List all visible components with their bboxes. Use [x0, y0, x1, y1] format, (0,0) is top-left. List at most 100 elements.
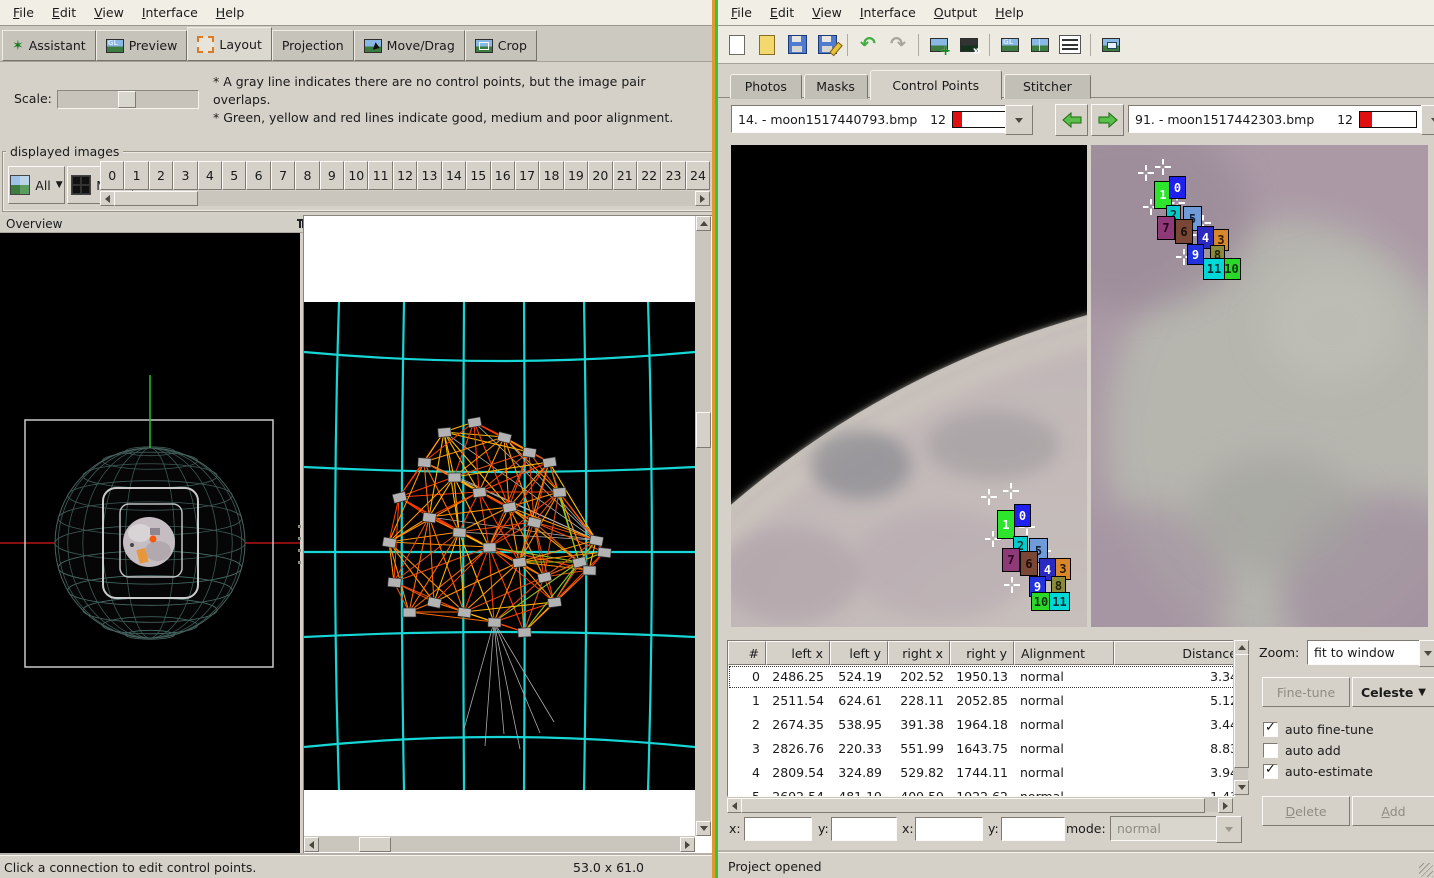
image-toggle-12[interactable]: 12 [393, 161, 417, 190]
menu-help[interactable]: Help [986, 1, 1033, 24]
new-project-icon[interactable] [725, 33, 749, 57]
table-hscrollbar[interactable] [727, 797, 1233, 812]
table-hscrollbar-thumb[interactable] [741, 798, 1205, 813]
image-toggle-16[interactable]: 16 [491, 161, 515, 190]
menu-edit[interactable]: Edit [761, 1, 803, 24]
checkbox-box[interactable] [1263, 722, 1278, 737]
image-toggle-13[interactable]: 13 [417, 161, 441, 190]
mode-combo-arrow[interactable] [1216, 816, 1242, 843]
menu-view[interactable]: View [85, 1, 133, 24]
column-header-[interactable]: # [728, 641, 766, 665]
image-toggle-6[interactable]: 6 [246, 161, 270, 190]
menu-output[interactable]: Output [925, 1, 986, 24]
image-toggle-15[interactable]: 15 [466, 161, 490, 190]
menu-edit[interactable]: Edit [43, 1, 85, 24]
image-toggle-19[interactable]: 19 [564, 161, 588, 190]
image-toggle-22[interactable]: 22 [637, 161, 661, 190]
image-toggle-4[interactable]: 4 [198, 161, 222, 190]
menu-file[interactable]: File [722, 1, 761, 24]
control-point-11[interactable]: 11 [1049, 592, 1070, 611]
layout-hscrollbar-thumb[interactable] [359, 837, 391, 852]
image-toggle-0[interactable]: 0 [100, 161, 124, 190]
right-image-combo[interactable]: 91. - moon1517442303.bmp 12 [1128, 105, 1424, 133]
save-project-icon[interactable] [785, 33, 809, 57]
add-cp-button[interactable]: Add [1352, 796, 1434, 826]
tab-assistant[interactable]: ✶Assistant [2, 30, 96, 61]
image-toggle-2[interactable]: 2 [149, 161, 173, 190]
left-image-panel[interactable]: 01257643981011 [731, 145, 1087, 627]
celeste-button[interactable]: Celeste▼ [1352, 677, 1434, 707]
image-toggle-5[interactable]: 5 [222, 161, 246, 190]
control-points-table[interactable]: #left xleft yright xright yAlignmentDist… [727, 640, 1235, 797]
scale-slider-thumb[interactable] [118, 91, 136, 108]
fine-tune-button[interactable]: Fine-tune [1262, 677, 1350, 707]
mode-combo[interactable]: normal [1110, 816, 1228, 841]
image-toggle-18[interactable]: 18 [539, 161, 563, 190]
image-toggle-23[interactable]: 23 [661, 161, 685, 190]
control-point-0[interactable]: 0 [1014, 504, 1031, 527]
control-points-list-icon[interactable] [1058, 33, 1082, 57]
zoom-combo-arrow[interactable] [1419, 640, 1434, 667]
cp-row-4[interactable]: 42809.54324.89529.821744.11normal3.94 [728, 761, 1235, 785]
column-header-Distance[interactable]: Distance [1114, 641, 1235, 665]
tab-photos[interactable]: Photos [730, 74, 802, 99]
layout-canvas[interactable] [304, 216, 695, 836]
control-point-7[interactable]: 7 [1157, 216, 1175, 240]
control-point-6[interactable]: 6 [1020, 551, 1038, 576]
panorama-editor-icon[interactable] [1099, 33, 1123, 57]
checkbox-auto-fine-tune[interactable]: auto fine-tune [1263, 721, 1433, 738]
image-toggle-21[interactable]: 21 [613, 161, 637, 190]
image-toggle-7[interactable]: 7 [271, 161, 295, 190]
checkbox-box[interactable] [1263, 764, 1278, 779]
panel-splitter[interactable] [298, 516, 301, 573]
control-point-6[interactable]: 6 [1175, 219, 1193, 244]
zoom-combo[interactable]: fit to window [1307, 640, 1431, 665]
checkbox-auto-add[interactable]: auto add [1263, 742, 1433, 759]
right-image-panel[interactable]: 10257643981011 [1091, 145, 1428, 627]
image-toggle-24[interactable]: 24 [686, 161, 710, 190]
preview-icon[interactable] [1028, 33, 1052, 57]
menu-interface[interactable]: Interface [133, 1, 207, 24]
image-toggle-9[interactable]: 9 [320, 161, 344, 190]
tab-control-points[interactable]: Control Points [870, 70, 1002, 100]
image-strip-scrollbar-thumb[interactable] [114, 191, 198, 206]
control-point-7[interactable]: 7 [1002, 548, 1020, 572]
coord-y1-field[interactable] [831, 817, 897, 841]
redo-icon[interactable]: ↷ [886, 33, 910, 57]
control-point-0[interactable]: 0 [1169, 176, 1186, 199]
image-toggle-8[interactable]: 8 [295, 161, 319, 190]
layout-vscrollbar[interactable] [695, 216, 711, 836]
tab-preview[interactable]: GLPreview [96, 30, 188, 61]
tab-stitcher[interactable]: Stitcher [1004, 74, 1091, 99]
save-as-icon[interactable] [815, 33, 839, 57]
tab-projection[interactable]: Projection [272, 30, 354, 61]
undo-icon[interactable]: ↶ [856, 33, 880, 57]
scale-slider[interactable] [57, 90, 199, 109]
column-header-Alignment[interactable]: Alignment [1014, 641, 1114, 665]
image-toggle-10[interactable]: 10 [344, 161, 368, 190]
control-point-11[interactable]: 11 [1203, 258, 1225, 280]
cp-row-5[interactable]: 52692.54481.19409.591922.62normal1.43 [728, 785, 1235, 797]
open-project-icon[interactable] [755, 33, 779, 57]
add-images-icon[interactable]: + [927, 33, 951, 57]
coord-x1-field[interactable] [744, 817, 812, 841]
control-point-9[interactable]: 9 [1187, 244, 1204, 265]
image-strip-scrollbar[interactable] [100, 191, 710, 206]
menu-help[interactable]: Help [207, 1, 254, 24]
image-toggle-17[interactable]: 17 [515, 161, 539, 190]
image-toggle-3[interactable]: 3 [173, 161, 197, 190]
menu-file[interactable]: File [4, 1, 43, 24]
image-toggle-1[interactable]: 1 [124, 161, 148, 190]
cp-row-3[interactable]: 32826.76220.33551.991643.75normal8.83 [728, 737, 1235, 761]
layout-vscrollbar-thumb[interactable] [696, 412, 711, 448]
cp-row-2[interactable]: 22674.35538.95391.381964.18normal3.44 [728, 713, 1235, 737]
right-image-combo-arrow[interactable] [1421, 105, 1434, 135]
image-toggle-20[interactable]: 20 [588, 161, 612, 190]
previous-pair-button[interactable] [1055, 104, 1088, 136]
next-pair-button[interactable] [1091, 104, 1124, 136]
left-image-combo[interactable]: 14. - moon1517440793.bmp 12 [731, 105, 1017, 133]
column-header-lefty[interactable]: left y [830, 641, 888, 665]
cp-row-0[interactable]: 02486.25524.19202.521950.13normal3.34 [728, 665, 1235, 689]
tab-masks[interactable]: Masks [804, 74, 868, 99]
column-header-leftx[interactable]: left x [766, 641, 830, 665]
